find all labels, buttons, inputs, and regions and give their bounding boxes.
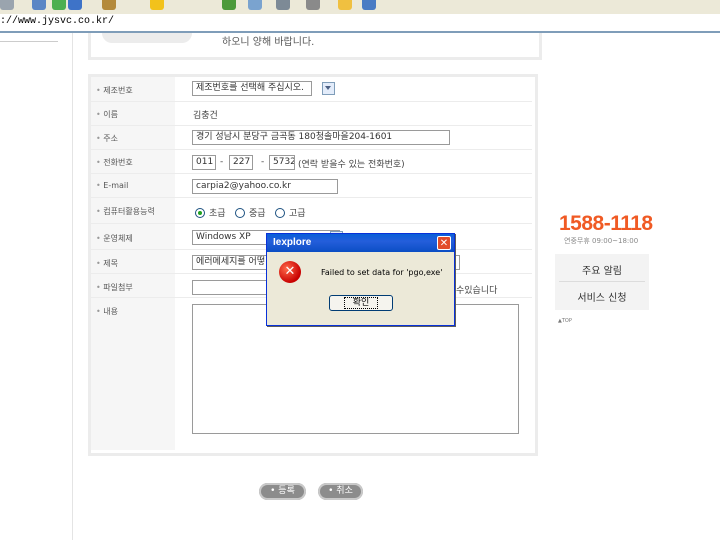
left-divider: [72, 33, 73, 540]
support-hours: 연중무휴 09:00~18:00: [564, 237, 639, 245]
skill-option-label: 초급: [209, 209, 226, 219]
row-divider: [91, 101, 532, 102]
skill-radio-beginner[interactable]: [195, 208, 205, 218]
edit-icon[interactable]: [306, 0, 320, 10]
submit-button[interactable]: • 등록: [259, 483, 306, 500]
label-os: 운영체제: [96, 233, 132, 244]
label-email: E-mail: [96, 181, 128, 190]
address-input[interactable]: 경기 성남시 분당구 금곡동 180청솔마을204-1601: [192, 130, 450, 145]
address-bar[interactable]: ://www.jysvc.co.kr/: [0, 14, 720, 33]
label-content: 내용: [96, 306, 118, 317]
phone-dash: -: [261, 157, 265, 167]
phone-part2-input[interactable]: 227: [229, 155, 253, 170]
stop-icon[interactable]: [32, 0, 46, 10]
skill-radio-intermediate[interactable]: [235, 208, 245, 218]
refresh-icon[interactable]: [52, 0, 66, 10]
mail-icon[interactable]: [248, 0, 262, 10]
phone-hint: (연락 받을수 있는 전화번호): [298, 160, 405, 170]
print-icon[interactable]: [276, 0, 290, 10]
row-divider: [91, 149, 532, 150]
label-name: 이름: [96, 109, 118, 120]
skill-radio-advanced[interactable]: [275, 208, 285, 218]
home-icon[interactable]: [68, 0, 82, 10]
phone-part1-input[interactable]: 011: [192, 155, 216, 170]
row-divider: [91, 173, 532, 174]
label-subject: 제목: [96, 258, 118, 269]
back-icon[interactable]: [0, 0, 14, 10]
phone-part3-input[interactable]: 5732: [269, 155, 295, 170]
serial-select[interactable]: 제조번호를 선택해 주십시오.: [192, 81, 312, 96]
label-serial: 제조번호: [96, 85, 132, 96]
dialog-message: Failed to set data for 'pgo,exe': [321, 268, 443, 277]
phone-dash: -: [220, 157, 224, 167]
email-input[interactable]: carpia2@yahoo.co.kr: [192, 179, 338, 194]
label-phone: 전화번호: [96, 157, 132, 168]
chevron-down-icon[interactable]: [322, 82, 335, 95]
name-value: 김충건: [193, 111, 218, 121]
sidebar-item-service[interactable]: 서비스 신청: [555, 289, 649, 304]
label-address: 주소: [96, 133, 118, 144]
row-divider: [91, 125, 532, 126]
cancel-button[interactable]: • 취소: [318, 483, 363, 500]
favorites-star-icon[interactable]: [150, 0, 164, 10]
close-icon[interactable]: ✕: [437, 236, 451, 250]
notice-text: 하오니 양해 바랍니다.: [222, 37, 315, 48]
ok-button[interactable]: 확인: [329, 295, 393, 311]
skill-option-label: 중급: [249, 209, 266, 219]
messenger-icon[interactable]: [362, 0, 376, 10]
error-icon: ✕: [279, 261, 301, 283]
support-phone-number: 1588-1118: [559, 212, 653, 235]
ok-button-label: 확인: [343, 297, 379, 309]
sidebar-divider: [559, 281, 645, 282]
row-divider: [91, 197, 532, 198]
sidebar-item-notice[interactable]: 주요 알림: [555, 262, 649, 277]
label-attachment: 파일첨부: [96, 282, 132, 293]
address-url[interactable]: ://www.jysvc.co.kr/: [0, 16, 114, 27]
top-link[interactable]: ▲TOP: [558, 318, 572, 324]
folder-icon[interactable]: [338, 0, 352, 10]
browser-toolbar: [0, 0, 720, 14]
label-computer-skill: 컴퓨터활용능력: [96, 206, 155, 217]
skill-option-label: 고급: [289, 209, 306, 219]
file-hint: 수있습니다: [456, 286, 498, 296]
notice-graphic: [102, 33, 192, 43]
dialog-titlebar[interactable]: Iexplore ✕: [267, 234, 454, 252]
error-dialog: Iexplore ✕ ✕ Failed to set data for 'pgo…: [266, 233, 455, 326]
dialog-title: Iexplore: [273, 237, 312, 248]
row-divider: [91, 223, 532, 224]
search-icon[interactable]: [102, 0, 116, 10]
left-rule: [0, 41, 58, 42]
history-icon[interactable]: [222, 0, 236, 10]
